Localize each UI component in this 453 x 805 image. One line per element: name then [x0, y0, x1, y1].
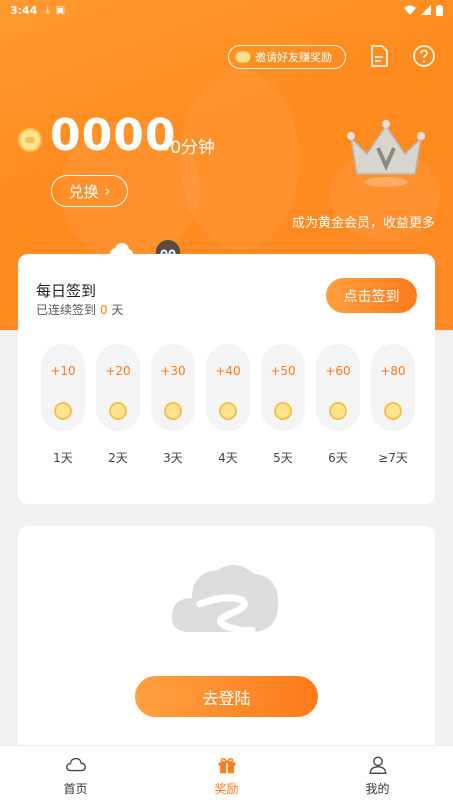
checkin-day: +50 5天 [260, 344, 306, 466]
signal-icon [421, 5, 431, 15]
tab-home-label: 首页 [63, 782, 88, 796]
coin-icon [329, 402, 347, 420]
balance-approx-minutes: ≈0分钟 [156, 138, 216, 158]
chevron-right-icon: › [104, 182, 111, 200]
checkin-day: +80 ≥7天 [370, 344, 416, 466]
tab-profile[interactable]: 我的 [302, 746, 453, 805]
day-reward-pill: +40 [206, 344, 250, 431]
invite-friends-button[interactable]: 邀请好友赚奖励 [228, 45, 346, 69]
day-label: 2天 [108, 451, 128, 465]
status-time: 3:44 [10, 3, 38, 17]
day-label: 4天 [218, 451, 238, 465]
day-reward-pill: +50 [261, 344, 305, 431]
coin-icon [109, 402, 127, 420]
day-label: 3天 [163, 451, 183, 465]
coin-icon [384, 402, 402, 420]
day-points: +60 [325, 364, 351, 378]
day-points: +50 [270, 364, 296, 378]
help-icon[interactable] [412, 44, 436, 68]
day-points: +20 [105, 364, 131, 378]
invite-label: 邀请好友赚奖励 [255, 51, 332, 64]
coin-icon [219, 402, 237, 420]
day-label: 1天 [53, 451, 73, 465]
gift-icon [218, 757, 235, 774]
tab-rewards-label: 奖励 [214, 782, 239, 796]
checkin-day: +30 3天 [150, 344, 196, 466]
exchange-button[interactable]: 兑换 › [51, 175, 128, 207]
checkin-title: 每日签到 [36, 282, 97, 300]
day-points: +80 [380, 364, 406, 378]
day-points: +30 [160, 364, 186, 378]
tab-profile-label: 我的 [365, 782, 390, 796]
checkin-streak: 已连续签到 0 天 [36, 301, 123, 318]
wifi-icon [404, 5, 416, 15]
gold-member-promo[interactable]: 成为黄金会员，收益更多 [292, 212, 435, 231]
checkin-day: +10 1天 [40, 344, 86, 466]
document-icon[interactable] [367, 44, 391, 68]
coin-icon [274, 402, 292, 420]
checkin-day: +40 4天 [205, 344, 251, 466]
day-reward-pill: +10 [41, 344, 85, 431]
day-label: 6天 [328, 451, 348, 465]
status-bar: 3:44 ⤓ ▣ [0, 0, 453, 20]
download-icon: ⤓ [45, 4, 50, 16]
day-reward-pill: +30 [151, 344, 195, 431]
silver-crown-icon [347, 120, 425, 187]
login-button[interactable]: 去登陆 [135, 676, 318, 717]
bottom-tab-bar: 首页 奖励 我的 [0, 745, 453, 805]
exchange-label: 兑换 [68, 182, 99, 201]
coin-icon [18, 128, 42, 152]
login-prompt-card: 去登陆 [18, 526, 435, 756]
day-points: +40 [215, 364, 241, 378]
notification-icon: ▣ [55, 4, 66, 16]
coin-icon [54, 402, 72, 420]
streak-prefix: 已连续签到 [36, 303, 97, 317]
day-reward-pill: +80 [371, 344, 415, 431]
day-reward-pill: +60 [316, 344, 360, 431]
coin-icon [164, 402, 182, 420]
battery-icon [436, 4, 443, 16]
day-label: 5天 [273, 451, 293, 465]
streak-suffix: 天 [111, 303, 124, 317]
checkin-day-list: +10 1天 +20 2天 +30 3天 +40 4天 +50 5天 +60 6… [40, 344, 416, 466]
daily-checkin-card: 每日签到 已连续签到 0 天 点击签到 +10 1天 +20 2天 +30 3天 [18, 254, 435, 504]
day-label: ≥7天 [378, 451, 408, 465]
day-reward-pill: +20 [96, 344, 140, 431]
tab-home[interactable]: 首页 [0, 746, 151, 805]
cloud-icon [65, 757, 86, 772]
checkin-day: +20 2天 [95, 344, 141, 466]
person-icon [368, 756, 387, 774]
coins-icon [235, 51, 251, 63]
day-points: +10 [50, 364, 76, 378]
tab-rewards[interactable]: 奖励 [151, 746, 302, 805]
streak-count: 0 [99, 303, 108, 317]
cloud-logo-icon [171, 564, 279, 635]
checkin-day: +60 6天 [315, 344, 361, 466]
checkin-button[interactable]: 点击签到 [326, 278, 417, 313]
